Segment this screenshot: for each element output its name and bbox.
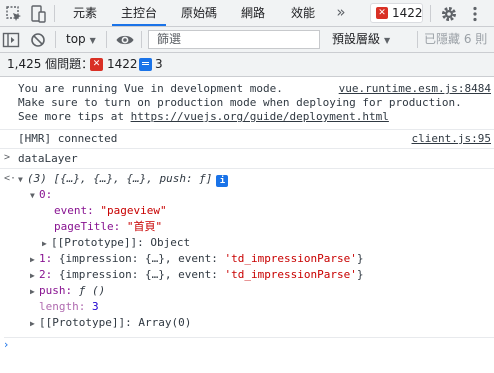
- issues-info-count[interactable]: 3: [155, 53, 163, 76]
- property-value: ƒ (): [78, 284, 106, 297]
- caret-down-icon: ▼: [89, 36, 96, 45]
- collapsed-triangle-icon: ▶: [30, 319, 35, 328]
- tab-sources[interactable]: 原始碼: [172, 0, 226, 26]
- caret-down-icon: ▼: [384, 36, 391, 45]
- more-tabs-button[interactable]: »: [333, 0, 349, 26]
- property-key: event:: [54, 204, 94, 217]
- property-value: "首頁": [126, 220, 163, 233]
- property-key: 0:: [39, 188, 53, 201]
- sidebar-toggle-icon[interactable]: [1, 30, 21, 50]
- tree-row-item-0[interactable]: ▼ 0:: [30, 187, 52, 203]
- tab-separator: [54, 5, 55, 22]
- console-message-hmr: [HMR] connected client.js:95: [0, 130, 494, 149]
- tree-row-prototype-object[interactable]: ▶ [[Prototype]]: Object: [42, 235, 190, 251]
- console-message-vue: You are running Vue in development mode.…: [0, 78, 494, 130]
- tab-elements[interactable]: 元素: [62, 0, 108, 26]
- console-toolbar: top ▼ 篩選 預設層級 ▼ 已隱藏 6 則: [0, 27, 494, 53]
- property-value-end: }: [356, 268, 364, 281]
- device-toggle-icon[interactable]: [28, 4, 48, 24]
- devtools-tab-bar: 元素 主控台 原始碼 網路 效能 » ✕ 1422: [0, 0, 494, 27]
- property-key: 1:: [39, 252, 53, 265]
- toolbar-separator: [55, 31, 56, 48]
- log-levels-dropdown[interactable]: 預設層級 ▼: [332, 27, 390, 52]
- message-text-prefix: See more tips at: [18, 110, 131, 123]
- tab-separator: [430, 5, 431, 22]
- prototype-label: [[Prototype]]: Array(0): [39, 316, 192, 329]
- expanded-triangle-icon: ▼: [30, 191, 35, 200]
- collapsed-triangle-icon: ▶: [30, 287, 35, 296]
- context-selector[interactable]: top ▼: [62, 27, 102, 52]
- tab-network[interactable]: 網路: [232, 0, 274, 26]
- prototype-label: [[Prototype]]: Object: [51, 236, 191, 249]
- issues-count-label: 1,425 個問題：: [7, 57, 94, 71]
- property-value: {impression: {…}, event:: [58, 252, 225, 265]
- tree-row-item-2[interactable]: ▶ 2: {impression: {…}, event: 'td_impress…: [30, 267, 364, 283]
- tab-console[interactable]: 主控台: [112, 0, 166, 26]
- toolbar-separator: [106, 31, 107, 48]
- property-value-end: }: [356, 252, 364, 265]
- property-value-string: 'td_impressionParse': [224, 268, 357, 281]
- message-text: See more tips at https://vuejs.org/guide…: [18, 110, 389, 123]
- property-key: length:: [39, 300, 86, 313]
- hidden-messages-count: 已隱藏 6 則: [424, 32, 488, 46]
- result-return-icon: <·: [4, 173, 17, 184]
- console-input-entry: > dataLayer: [0, 150, 494, 169]
- gear-icon[interactable]: [439, 4, 459, 24]
- result-summary: (3) [{…}, {…}, {…}, push: ƒ]: [27, 172, 213, 185]
- info-icon[interactable]: i: [216, 175, 229, 187]
- message-text: You are running Vue in development mode.: [18, 82, 283, 95]
- filter-input[interactable]: 篩選: [148, 30, 320, 49]
- tree-row-pagetitle: pageTitle: "首頁": [54, 219, 162, 235]
- context-label: top: [66, 32, 86, 46]
- cursor-inspect-icon[interactable]: [4, 4, 24, 24]
- collapsed-triangle-icon: ▶: [42, 239, 47, 248]
- message-source-link[interactable]: vue.runtime.esm.js:8484: [339, 82, 491, 95]
- tab-performance[interactable]: 效能: [282, 0, 324, 26]
- collapsed-triangle-icon: ▶: [30, 255, 35, 264]
- clear-icon[interactable]: [28, 30, 48, 50]
- tree-row-item-1[interactable]: ▶ 1: {impression: {…}, event: 'td_impress…: [30, 251, 364, 267]
- error-icon: ✕: [376, 7, 388, 19]
- tree-row-push[interactable]: ▶ push: ƒ (): [30, 283, 105, 299]
- input-prompt-icon: >: [4, 152, 11, 163]
- property-value: {impression: {…}, event:: [58, 268, 225, 281]
- input-expression: dataLayer: [18, 152, 78, 165]
- toolbar-separator: [141, 31, 142, 48]
- property-key: 2:: [39, 268, 53, 281]
- info-message-icon: [139, 58, 152, 71]
- message-text: Make sure to turn on production mode whe…: [18, 96, 462, 109]
- docs-link[interactable]: https://vuejs.org/guide/deployment.html: [131, 110, 389, 123]
- message-text: [HMR] connected: [18, 132, 118, 145]
- error-count: 1422: [392, 6, 423, 20]
- result-summary-row[interactable]: ▼ (3) [{…}, {…}, {…}, push: ƒ] i: [18, 171, 229, 187]
- toolbar-separator: [417, 31, 418, 48]
- issues-error-count[interactable]: 1422: [107, 53, 138, 76]
- property-value: "pageview": [100, 204, 167, 217]
- console-prompt-input[interactable]: ›: [4, 337, 494, 351]
- tree-row-length: length: 3: [39, 299, 99, 315]
- tree-row-event: event: "pageview": [54, 203, 167, 219]
- log-levels-label: 預設層級: [332, 32, 381, 46]
- issues-bar: 1,425 個問題： ✕ 1422 3: [0, 53, 494, 77]
- prompt-chevron-icon: ›: [4, 338, 9, 351]
- eye-icon[interactable]: [115, 30, 135, 50]
- property-value: 3: [91, 300, 99, 313]
- error-icon: ✕: [90, 58, 103, 71]
- property-key: push:: [39, 284, 73, 297]
- property-value-string: 'td_impressionParse': [224, 252, 357, 265]
- message-source-link[interactable]: client.js:95: [412, 132, 491, 145]
- tree-row-prototype-array[interactable]: ▶ [[Prototype]]: Array(0): [30, 315, 191, 331]
- collapsed-triangle-icon: ▶: [30, 271, 35, 280]
- expanded-triangle-icon: ▼: [18, 175, 23, 184]
- error-count-button[interactable]: ✕ 1422: [370, 3, 423, 23]
- kebab-menu-icon[interactable]: [465, 4, 485, 24]
- property-key: pageTitle:: [54, 220, 121, 233]
